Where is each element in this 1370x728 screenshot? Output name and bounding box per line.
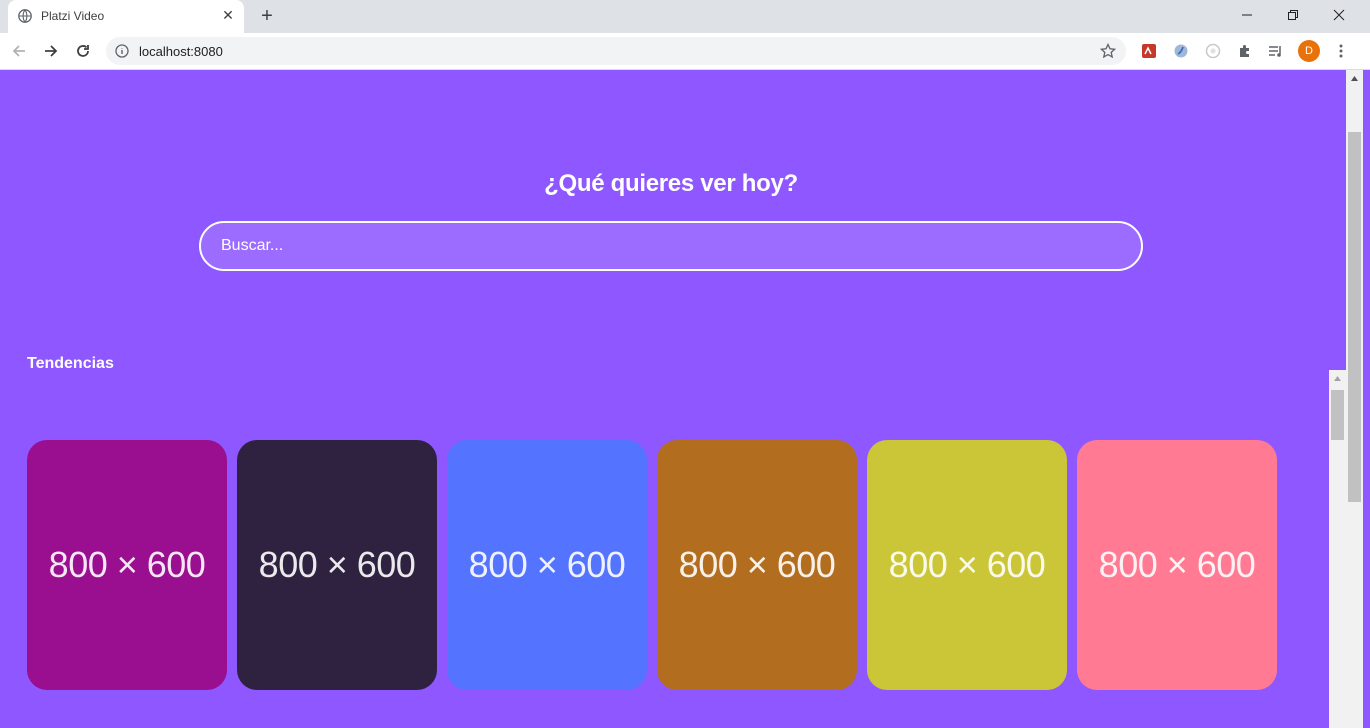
url-text: localhost:8080	[139, 44, 223, 59]
page-scrollbar-thumb[interactable]	[1348, 132, 1361, 502]
carousel-scrollbar-thumb[interactable]	[1331, 390, 1344, 440]
scroll-up-arrow-icon[interactable]	[1346, 70, 1363, 87]
page-scrollbar[interactable]	[1346, 70, 1363, 728]
close-window-icon	[1333, 9, 1345, 21]
extensions-puzzle-icon[interactable]	[1235, 41, 1255, 61]
browser-tab-strip: Platzi Video ✕ +	[0, 0, 1370, 33]
reload-icon	[77, 45, 89, 57]
back-arrow-icon	[12, 45, 25, 57]
minimize-icon	[1242, 14, 1252, 16]
page-title: ¿Qué quieres ver hoy?	[544, 170, 798, 197]
browser-toolbar: localhost:8080 D	[0, 33, 1370, 70]
forward-button[interactable]	[39, 39, 63, 63]
card-placeholder-label: 800 × 600	[1098, 544, 1256, 585]
restore-icon	[1288, 10, 1298, 20]
card-placeholder-label: 800 × 600	[888, 544, 1046, 585]
media-control-icon[interactable]	[1266, 41, 1286, 61]
close-window-button[interactable]	[1316, 0, 1362, 30]
card-placeholder-label: 800 × 600	[678, 544, 836, 585]
back-button[interactable]	[7, 39, 31, 63]
trending-heading: Tendencias	[27, 355, 114, 372]
extension-red-icon[interactable]	[1139, 41, 1159, 61]
globe-icon	[18, 9, 32, 23]
trending-card[interactable]: 800 × 600	[1077, 440, 1277, 690]
new-tab-button[interactable]: +	[256, 5, 278, 27]
trending-card[interactable]: 800 × 600	[447, 440, 647, 690]
trending-card[interactable]: 800 × 600	[657, 440, 857, 690]
scroll-up-arrow-icon[interactable]	[1329, 370, 1346, 387]
extension-timer-icon[interactable]	[1203, 41, 1223, 61]
restore-button[interactable]	[1270, 0, 1316, 30]
card-placeholder-label: 800 × 600	[468, 544, 626, 585]
search-input[interactable]	[199, 221, 1143, 271]
profile-avatar[interactable]: D	[1298, 40, 1320, 62]
bookmark-star-icon[interactable]	[1099, 42, 1117, 59]
extension-blue-icon[interactable]	[1171, 41, 1191, 61]
trending-card[interactable]: 800 × 600	[867, 440, 1067, 690]
tab-title: Platzi Video	[41, 9, 105, 23]
reload-button[interactable]	[71, 39, 95, 63]
card-placeholder-label: 800 × 600	[258, 544, 416, 585]
close-tab-icon[interactable]: ✕	[220, 7, 236, 23]
forward-arrow-icon	[45, 45, 58, 57]
carousel-scrollbar[interactable]	[1329, 370, 1346, 728]
site-info-icon[interactable]	[115, 44, 129, 58]
page-content: ¿Qué quieres ver hoy? Tendencias 800 × 6…	[0, 70, 1346, 728]
trending-card[interactable]: 800 × 600	[27, 440, 227, 690]
minimize-button[interactable]	[1224, 0, 1270, 30]
address-bar[interactable]: localhost:8080	[106, 37, 1126, 65]
card-placeholder-label: 800 × 600	[48, 544, 206, 585]
browser-menu-icon[interactable]	[1331, 41, 1351, 61]
browser-tab[interactable]: Platzi Video ✕	[8, 0, 244, 33]
trending-card[interactable]: 800 × 600	[237, 440, 437, 690]
